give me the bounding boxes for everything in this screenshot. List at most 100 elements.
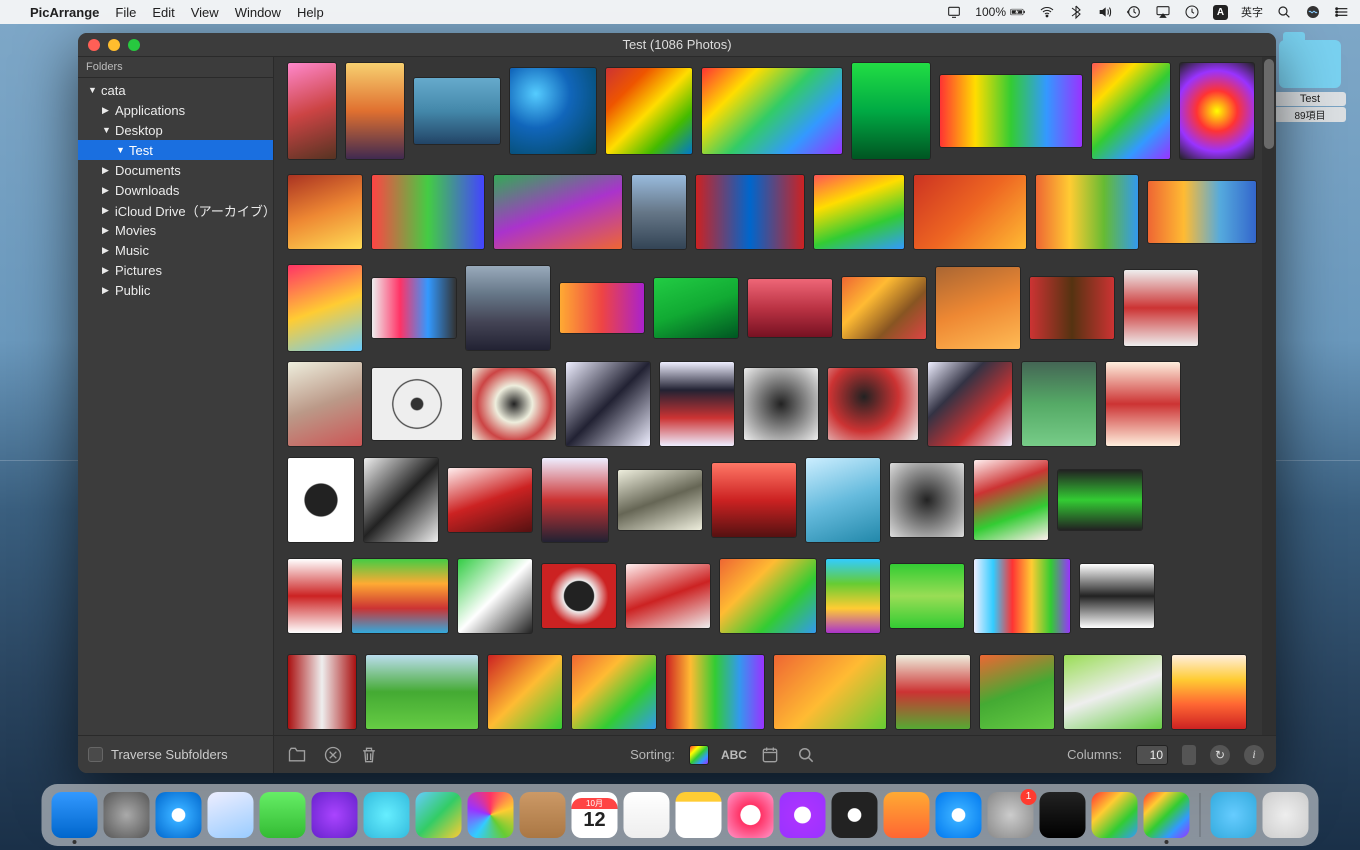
dock-activity-icon[interactable] (1040, 792, 1086, 838)
thumbnail[interactable] (472, 368, 556, 440)
thumbnail[interactable] (510, 68, 596, 154)
thumbnail[interactable] (814, 175, 904, 249)
thumbnail[interactable] (914, 175, 1026, 249)
clock-icon[interactable] (1184, 4, 1200, 20)
thumbnail[interactable] (494, 175, 622, 249)
dock-picarrange-icon[interactable] (1144, 792, 1190, 838)
thumbnail[interactable] (826, 559, 880, 633)
dock-messages2-icon[interactable] (364, 792, 410, 838)
dock-contacts-icon[interactable] (520, 792, 566, 838)
sort-color-button[interactable] (689, 745, 709, 765)
thumbnail[interactable] (748, 279, 832, 337)
thumbnail[interactable] (896, 655, 970, 729)
thumbnail[interactable] (288, 265, 362, 351)
dock-finder-icon[interactable] (52, 792, 98, 838)
tree-item[interactable]: ▶Downloads (78, 180, 273, 200)
thumbnail[interactable] (542, 564, 616, 628)
sidecar-icon[interactable] (946, 4, 962, 20)
thumbnail[interactable] (720, 559, 816, 633)
thumbnail[interactable] (572, 655, 656, 729)
tree-item[interactable]: ▶Movies (78, 220, 273, 240)
chevron-right-icon[interactable]: ▶ (102, 185, 112, 196)
app-menu[interactable]: PicArrange (30, 5, 99, 20)
thumbnail[interactable] (842, 277, 926, 339)
airplay-icon[interactable] (1155, 4, 1171, 20)
sort-date-button[interactable] (759, 744, 781, 766)
thumbnail[interactable] (940, 75, 1082, 147)
thumbnail[interactable] (1092, 63, 1170, 159)
chevron-right-icon[interactable]: ▶ (102, 165, 112, 176)
sort-name-button[interactable]: ABC (723, 744, 745, 766)
tree-item[interactable]: ▼cata (78, 80, 273, 100)
dock-safari-icon[interactable] (156, 792, 202, 838)
tree-item[interactable]: ▶Music (78, 240, 273, 260)
thumbnail[interactable] (560, 283, 644, 333)
dock-mail-icon[interactable] (208, 792, 254, 838)
reveal-folder-icon[interactable] (286, 744, 308, 766)
columns-field[interactable] (1136, 745, 1168, 765)
chevron-down-icon[interactable]: ▼ (102, 125, 112, 135)
thumbnail[interactable] (980, 655, 1054, 729)
close-button[interactable] (88, 39, 100, 51)
columns-stepper[interactable] (1182, 745, 1196, 765)
battery-status[interactable]: 100% (975, 4, 1026, 20)
dock-downloads-icon[interactable] (1211, 792, 1257, 838)
thumbnail[interactable] (712, 463, 796, 537)
trash-icon[interactable] (358, 744, 380, 766)
menu-edit[interactable]: Edit (152, 5, 174, 20)
thumbnail[interactable] (466, 266, 550, 350)
thumbnail[interactable] (974, 559, 1070, 633)
dock-maps-icon[interactable] (416, 792, 462, 838)
thumbnail[interactable] (660, 362, 734, 446)
thumbnail[interactable] (414, 78, 500, 144)
chevron-down-icon[interactable]: ▼ (116, 145, 126, 155)
dock-colorsync-icon[interactable] (1092, 792, 1138, 838)
spotlight-icon[interactable] (1276, 4, 1292, 20)
thumbnail[interactable] (1172, 655, 1246, 729)
menu-file[interactable]: File (115, 5, 136, 20)
thumbnail[interactable] (890, 463, 964, 537)
tree-item[interactable]: ▶Documents (78, 160, 273, 180)
thumbnail[interactable] (774, 655, 886, 729)
chevron-right-icon[interactable]: ▶ (102, 205, 112, 216)
thumbnail[interactable] (1030, 277, 1114, 339)
dock-podcasts-icon[interactable] (780, 792, 826, 838)
tree-item[interactable]: ▶iCloud Drive（アーカイブ） (78, 200, 273, 220)
timemachine-icon[interactable] (1126, 4, 1142, 20)
minimize-button[interactable] (108, 39, 120, 51)
thumbnail[interactable] (352, 559, 448, 633)
dock-books-icon[interactable] (884, 792, 930, 838)
thumbnail[interactable] (1058, 470, 1142, 530)
thumbnail[interactable] (372, 175, 484, 249)
thumbnail[interactable] (366, 655, 478, 729)
thumbnail[interactable] (974, 460, 1048, 540)
thumbnail[interactable] (364, 458, 438, 542)
dock-music-icon[interactable] (728, 792, 774, 838)
vertical-scrollbar[interactable] (1262, 57, 1276, 735)
dock-messages-icon[interactable] (260, 792, 306, 838)
info-button[interactable]: i (1244, 745, 1264, 765)
thumbnail[interactable] (1036, 175, 1138, 249)
thumbnail[interactable] (288, 559, 342, 633)
thumbnail[interactable] (1106, 362, 1180, 446)
chevron-right-icon[interactable]: ▶ (102, 245, 112, 256)
thumbnail[interactable] (542, 458, 608, 542)
thumbnail[interactable] (566, 362, 650, 446)
chevron-right-icon[interactable]: ▶ (102, 225, 112, 236)
tree-item[interactable]: ▶Pictures (78, 260, 273, 280)
thumbnail[interactable] (626, 564, 710, 628)
thumbnail[interactable] (1022, 362, 1096, 446)
thumbnail[interactable] (346, 63, 404, 159)
thumbnail[interactable] (936, 267, 1020, 349)
bluetooth-icon[interactable] (1068, 4, 1084, 20)
thumbnail[interactable] (288, 655, 356, 729)
notification-center-icon[interactable] (1334, 4, 1350, 20)
desktop-folder[interactable]: Test 89項目 (1274, 40, 1346, 122)
thumbnail[interactable] (928, 362, 1012, 446)
dock-trash-icon[interactable] (1263, 792, 1309, 838)
thumbnail-grid[interactable] (274, 57, 1276, 735)
thumbnail[interactable] (1148, 181, 1256, 243)
thumbnail[interactable] (666, 655, 764, 729)
thumbnail[interactable] (606, 68, 692, 154)
thumbnail[interactable] (1180, 63, 1254, 159)
